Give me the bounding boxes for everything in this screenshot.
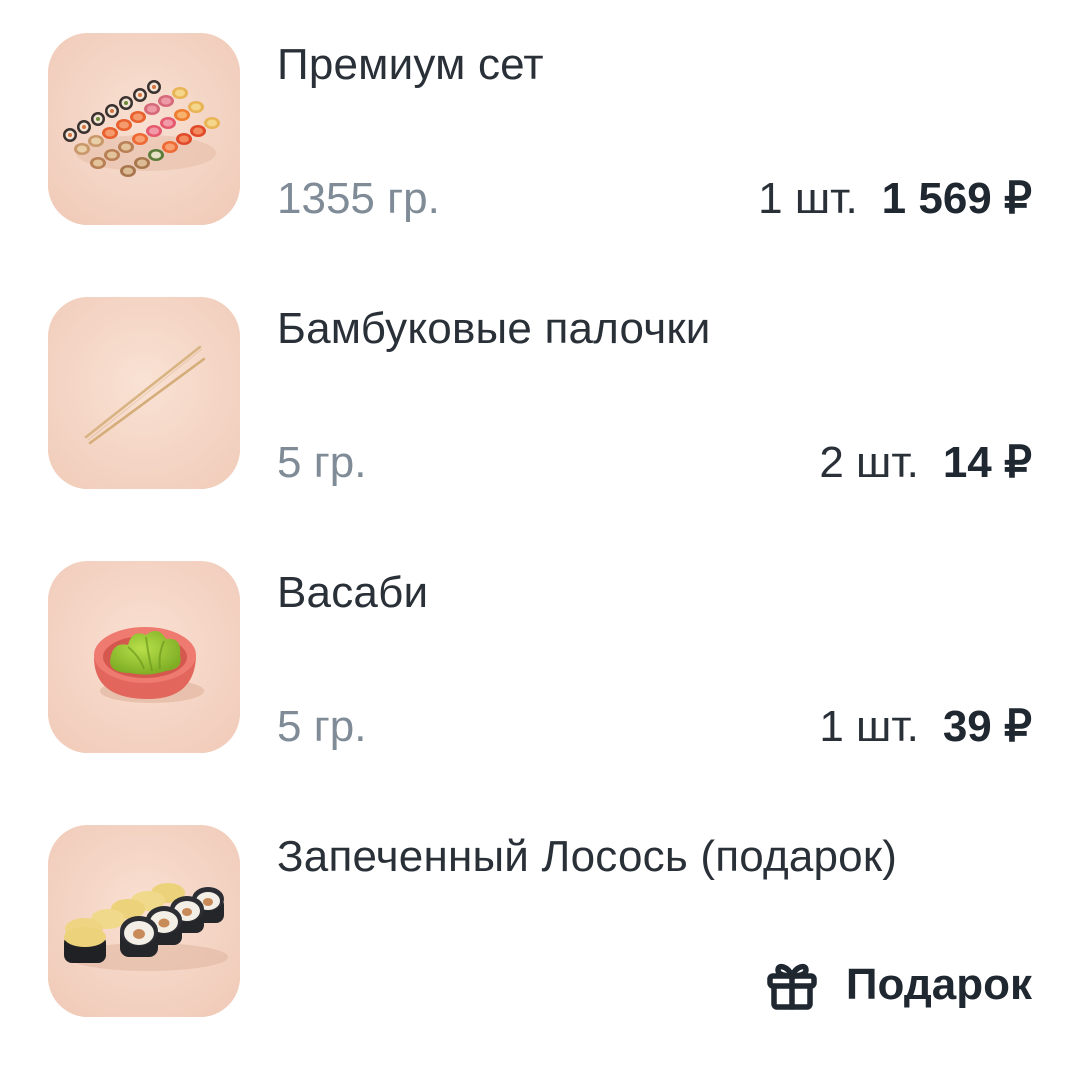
item-name: Запеченный Лосось (подарок) bbox=[277, 832, 898, 881]
chopsticks-icon[interactable] bbox=[48, 297, 240, 489]
item-price-row: 1 шт. 39 ₽ bbox=[819, 699, 1032, 755]
wasabi-icon[interactable] bbox=[48, 561, 240, 753]
order-item[interactable]: Премиум сет 1355 гр. 1 шт. 1 569 ₽ bbox=[48, 33, 1032, 225]
item-name: Васаби bbox=[277, 568, 429, 617]
salmon-rolls-icon[interactable] bbox=[48, 825, 240, 1017]
order-item[interactable]: Васаби 5 гр. 1 шт. 39 ₽ bbox=[48, 561, 1032, 753]
item-quantity: 1 шт. bbox=[758, 174, 858, 223]
item-weight: 5 гр. bbox=[277, 438, 367, 487]
item-name: Бамбуковые палочки bbox=[277, 304, 711, 353]
gift-badge: Подарок bbox=[766, 957, 1032, 1013]
item-price: 1 569 ₽ bbox=[881, 174, 1032, 223]
item-quantity: 2 шт. bbox=[819, 438, 919, 487]
item-price-row: 2 шт. 14 ₽ bbox=[819, 435, 1032, 491]
item-price-row: 1 шт. 1 569 ₽ bbox=[758, 171, 1032, 227]
item-name: Премиум сет bbox=[277, 40, 544, 89]
item-price: 39 ₽ bbox=[942, 702, 1032, 751]
item-weight: 1355 гр. bbox=[277, 174, 440, 223]
order-item[interactable]: Бамбуковые палочки 5 гр. 2 шт. 14 ₽ bbox=[48, 297, 1032, 489]
order-item-gift[interactable]: Запеченный Лосось (подарок) Подарок bbox=[48, 825, 1032, 1017]
order-list: Премиум сет 1355 гр. 1 шт. 1 569 ₽ Бамбу… bbox=[0, 0, 1080, 1083]
gift-label: Подарок bbox=[845, 960, 1032, 1009]
gift-icon bbox=[766, 959, 818, 1011]
item-price: 14 ₽ bbox=[942, 438, 1032, 487]
item-weight: 5 гр. bbox=[277, 702, 367, 751]
sushi-set-icon[interactable] bbox=[48, 33, 240, 225]
item-quantity: 1 шт. bbox=[819, 702, 919, 751]
